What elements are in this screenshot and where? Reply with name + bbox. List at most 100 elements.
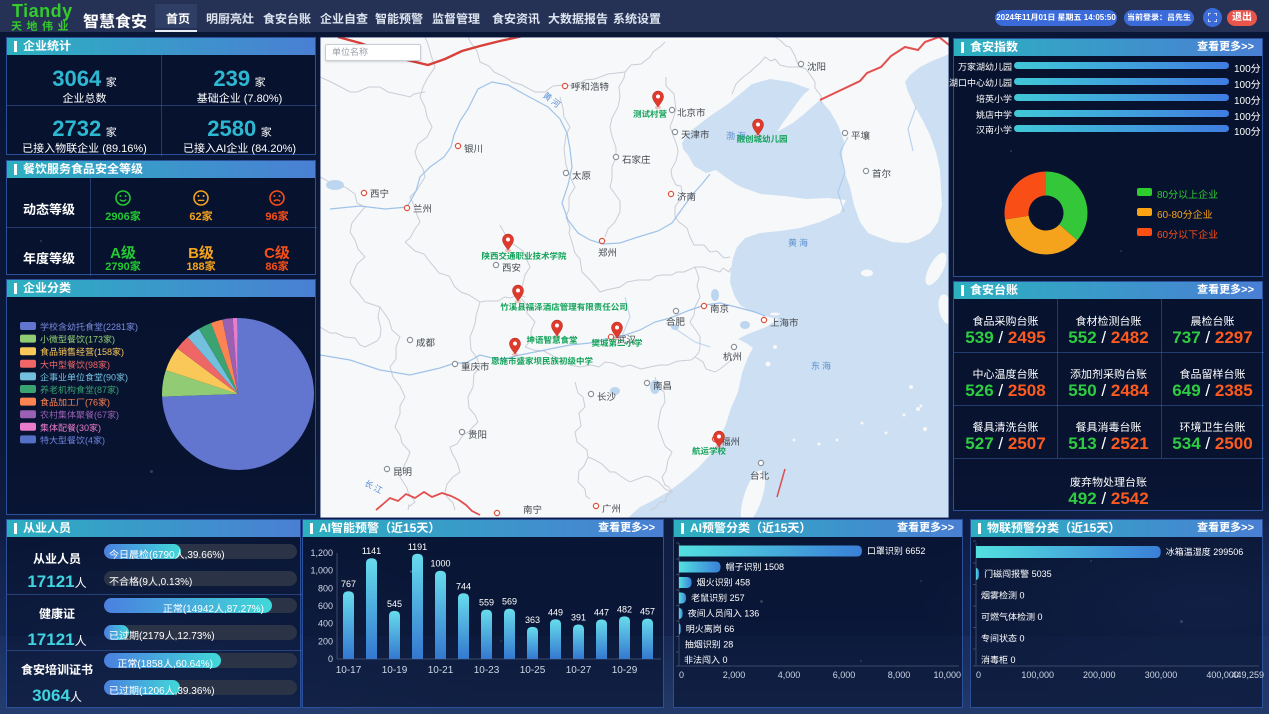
svg-text:457: 457 [640,607,655,617]
svg-text:抽烟识别 28: 抽烟识别 28 [685,640,734,650]
svg-text:陕西交通职业技术学院: 陕西交通职业技术学院 [481,251,567,261]
svg-text:首尔: 首尔 [872,168,892,180]
svg-text:坤语智慧食堂: 坤语智慧食堂 [526,335,578,345]
svg-text:10-19: 10-19 [382,665,408,676]
svg-text:小微型餐饮(173家): 小微型餐饮(173家) [40,335,115,345]
svg-text:569: 569 [502,597,517,607]
svg-text:449,259: 449,259 [1231,670,1264,680]
svg-text:重庆市: 重庆市 [461,361,490,373]
svg-text:西安: 西安 [502,263,521,274]
svg-text:482: 482 [617,604,632,614]
svg-text:兰州: 兰州 [413,204,432,215]
svg-text:专间状态 0: 专间状态 0 [981,634,1025,644]
svg-text:北京市: 北京市 [677,107,706,119]
svg-text:樊城第二小学: 樊城第二小学 [591,338,643,348]
svg-text:600: 600 [318,601,333,611]
svg-text:0: 0 [679,670,684,680]
svg-text:大中型餐饮(98家): 大中型餐饮(98家) [40,360,110,370]
svg-text:南京: 南京 [710,303,729,315]
svg-text:300,000: 300,000 [1145,670,1178,680]
svg-text:200,000: 200,000 [1083,670,1116,680]
svg-text:400: 400 [318,619,333,629]
svg-text:集体配餐(30家): 集体配餐(30家) [40,423,101,433]
svg-text:成都: 成都 [416,338,436,349]
svg-text:744: 744 [456,581,471,591]
svg-text:明火离岗 66: 明火离岗 66 [686,624,735,634]
svg-text:10-29: 10-29 [612,665,638,676]
svg-text:测试村营: 测试村营 [633,109,668,119]
svg-text:台北: 台北 [750,470,770,482]
svg-text:门磁闯报警 5035: 门磁闯报警 5035 [984,569,1052,579]
svg-text:贵阳: 贵阳 [468,430,487,441]
svg-text:天津市: 天津市 [681,129,710,141]
svg-text:10-25: 10-25 [520,665,546,676]
svg-text:447: 447 [594,608,609,618]
svg-text:竹溪县福泽酒店管理有限责任公司: 竹溪县福泽酒店管理有限责任公司 [500,302,628,312]
svg-text:449: 449 [548,607,563,617]
svg-text:广州: 广州 [602,504,621,515]
svg-text:郑州: 郑州 [598,248,617,259]
svg-text:老鼠识别 257: 老鼠识别 257 [691,593,745,603]
svg-text:西宁: 西宁 [370,188,389,200]
svg-text:200: 200 [318,636,333,646]
svg-text:545: 545 [387,599,402,609]
svg-text:上海市: 上海市 [770,317,799,329]
svg-text:10,000: 10,000 [933,670,961,680]
svg-text:非法闯入 0: 非法闯入 0 [684,655,728,665]
svg-text:农村集体聚餐(67家): 农村集体聚餐(67家) [40,410,119,420]
svg-text:烟火识别 458: 烟火识别 458 [697,578,751,588]
svg-text:南昌: 南昌 [653,381,672,392]
svg-text:养老机构食堂(87家): 养老机构食堂(87家) [40,385,119,395]
svg-text:银川: 银川 [464,144,483,155]
svg-text:杭州: 杭州 [723,351,742,363]
svg-text:黄海: 黄海 [788,238,810,248]
svg-text:特大型餐饮(4家): 特大型餐饮(4家) [40,435,105,445]
svg-text:可燃气体检测 0: 可燃气体检测 0 [981,612,1043,622]
svg-text:800: 800 [318,583,333,593]
svg-text:1191: 1191 [408,542,427,552]
svg-text:0: 0 [976,670,981,680]
svg-text:1000: 1000 [430,559,450,569]
svg-text:100,000: 100,000 [1021,670,1054,680]
svg-text:消毒柜 0: 消毒柜 0 [981,655,1016,665]
svg-text:363: 363 [525,615,540,625]
svg-text:平壤: 平壤 [851,130,871,142]
svg-text:1,200: 1,200 [310,548,333,558]
svg-text:8,000: 8,000 [888,670,911,680]
svg-text:南宁: 南宁 [523,504,542,516]
svg-text:10-27: 10-27 [566,665,592,676]
svg-text:4,000: 4,000 [778,670,801,680]
svg-text:融创城幼儿园: 融创城幼儿园 [736,134,787,144]
svg-text:企事业单位食堂(90家): 企事业单位食堂(90家) [40,372,128,382]
svg-text:2,000: 2,000 [723,670,746,680]
svg-text:东海: 东海 [811,361,833,371]
svg-text:6,000: 6,000 [833,670,856,680]
svg-text:冰箱温湿度 299506: 冰箱温湿度 299506 [1166,547,1244,557]
svg-text:夜间人员闯入 136: 夜间人员闯入 136 [688,609,760,619]
svg-text:食品销售经营(158家): 食品销售经营(158家) [40,347,124,357]
svg-text:10-17: 10-17 [336,665,362,676]
svg-text:呼和浩特: 呼和浩特 [571,82,610,93]
svg-text:长沙: 长沙 [597,392,617,403]
svg-text:航运学校: 航运学校 [692,446,727,456]
svg-text:1,000: 1,000 [310,566,333,576]
svg-text:烟雾检测 0: 烟雾检测 0 [981,591,1025,601]
svg-text:0: 0 [328,654,333,664]
svg-text:10-21: 10-21 [428,665,454,676]
svg-text:1141: 1141 [362,546,381,556]
svg-text:767: 767 [341,579,356,589]
svg-text:帽子识别 1508: 帽子识别 1508 [726,562,785,572]
svg-text:10-23: 10-23 [474,665,500,676]
svg-text:沈阳: 沈阳 [807,62,826,73]
svg-text:食品加工厂(76家): 食品加工厂(76家) [40,398,110,408]
svg-text:合肥: 合肥 [666,317,686,328]
svg-text:391: 391 [571,613,586,623]
svg-text:石家庄: 石家庄 [622,154,651,166]
svg-text:559: 559 [479,598,494,608]
svg-text:太原: 太原 [572,171,591,182]
svg-text:口罩识别 6652: 口罩识别 6652 [867,546,926,556]
svg-text:济南: 济南 [677,192,696,203]
svg-text:恩施市盛家坝民族初级中学: 恩施市盛家坝民族初级中学 [491,356,594,366]
svg-text:学校含幼托食堂(2281家): 学校含幼托食堂(2281家) [40,322,138,332]
svg-text:昆明: 昆明 [393,467,412,478]
